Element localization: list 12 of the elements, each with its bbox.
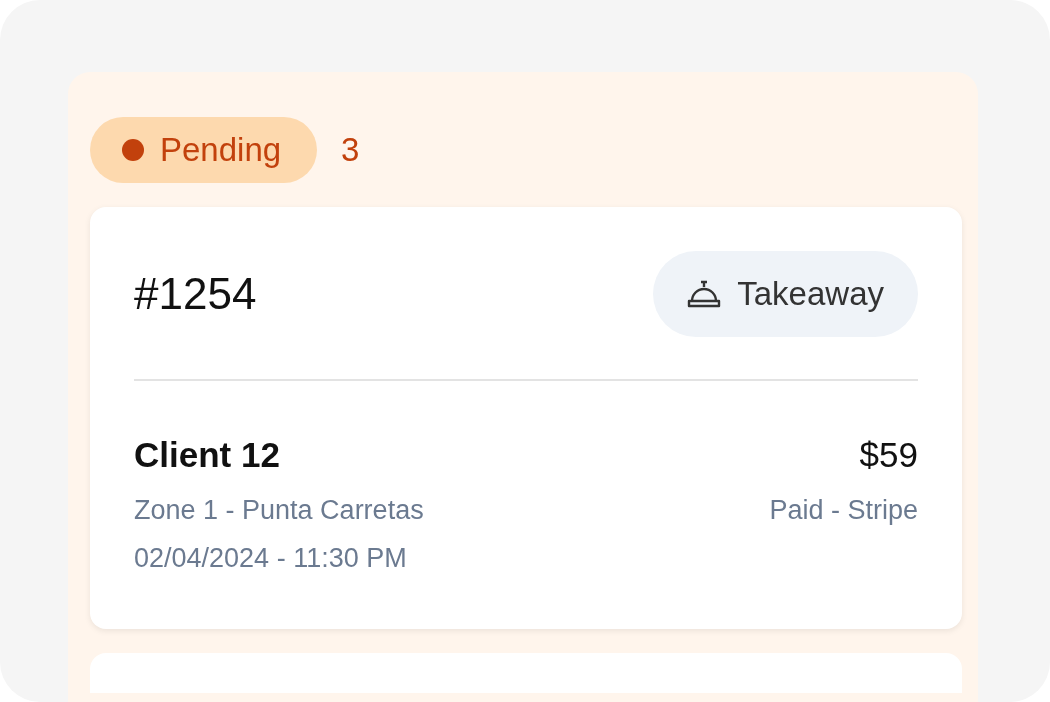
order-count: 3 (341, 130, 360, 171)
order-type-badge: Takeaway (653, 251, 918, 337)
order-card[interactable]: #1254 Takeaway Client 12 Zone 1 - Punta Carretas 02/04/2024 - 11:30 PM $59 Paid - Stripe (90, 207, 962, 629)
status-badge: Pending (90, 117, 318, 183)
status-dot-icon (122, 139, 144, 161)
order-total: $59 (859, 434, 918, 476)
service-bell-icon (687, 279, 722, 309)
payment-status: Paid - Stripe (769, 493, 918, 527)
delivery-zone: Zone 1 - Punta Carretas (134, 493, 424, 527)
order-number: #1254 (134, 268, 257, 320)
client-name: Client 12 (134, 434, 281, 476)
order-datetime: 02/04/2024 - 11:30 PM (134, 542, 408, 575)
